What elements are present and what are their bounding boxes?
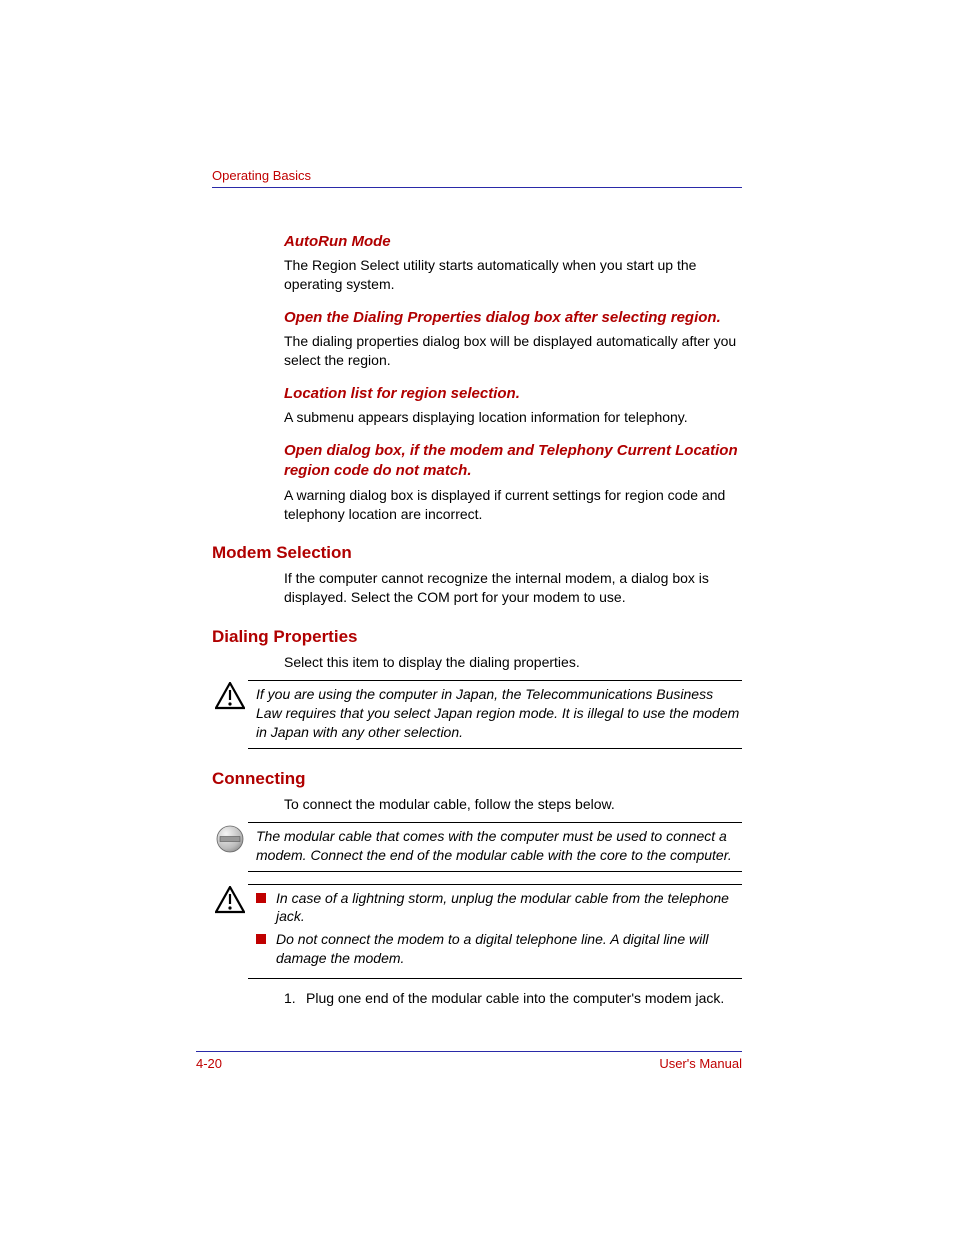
step-number: 1. <box>284 989 306 1008</box>
heading-connecting: Connecting <box>212 769 742 789</box>
note-callout-cable: The modular cable that comes with the co… <box>212 822 742 872</box>
bullet-square-icon <box>256 893 266 903</box>
warning-bullet-item: In case of a lightning storm, unplug the… <box>256 889 742 927</box>
footer-rule <box>196 1051 742 1052</box>
warning-text-2: Do not connect the modem to a digital te… <box>276 930 742 968</box>
doc-title: User's Manual <box>659 1056 742 1071</box>
step-text-1: Plug one end of the modular cable into t… <box>306 989 724 1008</box>
body-dialing-properties: Select this item to display the dialing … <box>284 653 742 672</box>
body-autorun-mode: The Region Select utility starts automat… <box>284 256 742 294</box>
heading-modem-selection: Modem Selection <box>212 543 742 563</box>
caution-callout-warnings: In case of a lightning storm, unplug the… <box>212 884 742 980</box>
bullet-square-icon <box>256 934 266 944</box>
body-open-dialog-mismatch: A warning dialog box is displayed if cur… <box>284 486 742 524</box>
body-open-dialing: The dialing properties dialog box will b… <box>284 332 742 370</box>
document-page: Operating Basics AutoRun Mode The Region… <box>0 0 954 1235</box>
note-text-cable: The modular cable that comes with the co… <box>256 828 732 863</box>
heading-dialing-properties: Dialing Properties <box>212 627 742 647</box>
body-connecting: To connect the modular cable, follow the… <box>284 795 742 814</box>
page-content: AutoRun Mode The Region Select utility s… <box>212 188 742 1008</box>
caution-text-japan: If you are using the computer in Japan, … <box>256 686 739 740</box>
caution-callout-japan: If you are using the computer in Japan, … <box>212 680 742 749</box>
heading-open-dialing: Open the Dialing Properties dialog box a… <box>284 308 742 328</box>
body-location-list: A submenu appears displaying location in… <box>284 408 742 427</box>
step-1: 1. Plug one end of the modular cable int… <box>284 989 742 1008</box>
running-header: Operating Basics <box>212 168 742 183</box>
heading-open-dialog-mismatch: Open dialog box, if the modem and Teleph… <box>284 441 742 482</box>
warning-text-1: In case of a lightning storm, unplug the… <box>276 889 742 927</box>
page-number: 4-20 <box>196 1056 222 1071</box>
heading-location-list: Location list for region selection. <box>284 384 742 404</box>
caution-icon <box>212 884 248 914</box>
note-icon <box>212 822 248 854</box>
page-footer: 4-20 User's Manual <box>196 1051 742 1071</box>
warning-bullet-item: Do not connect the modem to a digital te… <box>256 930 742 968</box>
caution-icon <box>212 680 248 710</box>
heading-autorun-mode: AutoRun Mode <box>284 232 742 252</box>
body-modem-selection: If the computer cannot recognize the int… <box>284 569 742 607</box>
